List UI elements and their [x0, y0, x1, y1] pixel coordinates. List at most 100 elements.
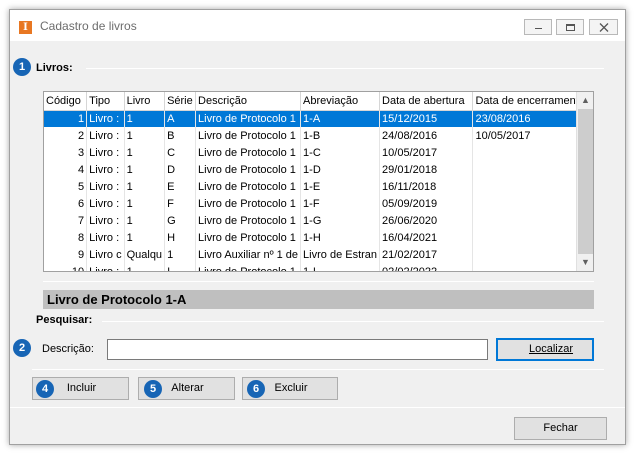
- badge-2: 2: [13, 339, 31, 357]
- fechar-button[interactable]: Fechar: [514, 417, 607, 440]
- cell-data-encerramento: [472, 178, 593, 195]
- col-header-livro[interactable]: Livro: [124, 92, 166, 111]
- col-header-serie[interactable]: Série: [164, 92, 197, 111]
- scroll-thumb[interactable]: [578, 109, 593, 254]
- livros-label: Livros:: [36, 62, 73, 74]
- table-row[interactable]: 3 Livro :1 C Livro de Protocolo 1 1-C 10/05/2…: [44, 144, 593, 161]
- cell-tipo: Livro :: [86, 229, 125, 246]
- col-header-data-abertura[interactable]: Data de abertura: [379, 92, 474, 111]
- cell-codigo: 5: [44, 178, 88, 195]
- cell-serie: B: [164, 127, 197, 144]
- cell-abreviacao: 1-B: [300, 127, 381, 144]
- cell-serie: E: [164, 178, 197, 195]
- cell-serie: D: [164, 161, 197, 178]
- app-icon: I: [19, 21, 32, 34]
- cell-tipo: Livro :: [86, 263, 125, 271]
- cell-data-abertura: 26/06/2020: [379, 212, 474, 229]
- cell-tipo: Livro :: [86, 195, 125, 212]
- cell-descricao: Livro de Protocolo 1: [195, 212, 302, 229]
- cell-descricao: Livro de Protocolo 1: [195, 161, 302, 178]
- cell-codigo: 3: [44, 144, 88, 161]
- badge-4: 4: [36, 380, 54, 398]
- col-header-abreviacao[interactable]: Abreviação: [300, 92, 381, 111]
- descricao-input[interactable]: [107, 339, 488, 360]
- cell-codigo: 6: [44, 195, 88, 212]
- cell-livro: 1: [124, 161, 166, 178]
- cell-tipo: Livro :: [86, 212, 125, 229]
- grid-header: Código Tipo Livro Série Descrição Abrevi…: [44, 92, 593, 111]
- table-row[interactable]: 8 Livro :1 H Livro de Protocolo 1 1-H 16/04/2…: [44, 229, 593, 246]
- cell-tipo: Livro :: [86, 110, 125, 127]
- grid-body: 1 Livro :1 A Livro de Protocolo 1 1-A 15/12/2…: [44, 110, 593, 271]
- cell-codigo: 10: [44, 263, 88, 271]
- cell-data-abertura: 24/08/2016: [379, 127, 474, 144]
- table-row[interactable]: 4 Livro :1 D Livro de Protocolo 1 1-D 29/01/2…: [44, 161, 593, 178]
- actions-separator: [32, 369, 604, 370]
- cell-data-abertura: 16/04/2021: [379, 229, 474, 246]
- table-row[interactable]: 7 Livro :1 G Livro de Protocolo 1 1-G 26/06/2…: [44, 212, 593, 229]
- cell-abreviacao: 1-I: [300, 263, 381, 271]
- cell-data-encerramento: [472, 229, 593, 246]
- cell-abreviacao: 1-D: [300, 161, 381, 178]
- cell-descricao: Livro de Protocolo 1: [195, 263, 302, 271]
- cell-data-abertura: 15/12/2015: [379, 110, 474, 127]
- cell-tipo: Livro :: [86, 161, 125, 178]
- cell-livro: 1: [124, 110, 166, 127]
- cell-codigo: 7: [44, 212, 88, 229]
- cell-descricao: Livro de Protocolo 1: [195, 178, 302, 195]
- scroll-down-icon[interactable]: ▼: [577, 254, 593, 271]
- cell-abreviacao: Livro de Estran: [300, 246, 381, 263]
- maximize-button[interactable]: [556, 19, 584, 35]
- livros-table: Código Tipo Livro Série Descrição Abrevi…: [44, 92, 593, 271]
- col-header-tipo[interactable]: Tipo: [86, 92, 125, 111]
- close-button[interactable]: [589, 19, 618, 35]
- cell-data-encerramento: [472, 144, 593, 161]
- cell-data-encerramento: 10/05/2017: [472, 127, 593, 144]
- cell-data-abertura: 10/05/2017: [379, 144, 474, 161]
- selected-book-title: Livro de Protocolo 1-A: [43, 290, 594, 309]
- col-header-descricao[interactable]: Descrição: [195, 92, 302, 111]
- col-header-data-encerramento[interactable]: Data de encerramento: [472, 92, 593, 111]
- cell-abreviacao: 1-C: [300, 144, 381, 161]
- cell-livro: 1: [124, 229, 166, 246]
- incluir-label: Incluir: [66, 382, 97, 394]
- localizar-button[interactable]: Localizar: [496, 338, 594, 361]
- badge-6: 6: [247, 380, 265, 398]
- cell-descricao: Livro de Protocolo 1: [195, 127, 302, 144]
- table-row[interactable]: 5 Livro :1 E Livro de Protocolo 1 1-E 16/11/2…: [44, 178, 593, 195]
- badge-5: 5: [144, 380, 162, 398]
- pesquisar-separator: [102, 321, 604, 322]
- cell-tipo: Livro :: [86, 178, 125, 195]
- cell-tipo: Livro :: [86, 144, 125, 161]
- cell-data-abertura: 29/01/2018: [379, 161, 474, 178]
- main-window: I Cadastro de livros 1 Livros: Código Ti…: [9, 9, 626, 445]
- cell-descricao: Livro de Protocolo 1: [195, 110, 302, 127]
- grid-scrollbar[interactable]: ▲ ▼: [576, 92, 593, 271]
- cell-livro: Qualqu: [124, 246, 166, 263]
- cell-codigo: 9: [44, 246, 88, 263]
- descricao-label: Descrição:: [42, 343, 94, 355]
- footer-separator: [10, 407, 625, 408]
- cell-data-encerramento: [472, 246, 593, 263]
- cell-serie: G: [164, 212, 197, 229]
- table-row[interactable]: 1 Livro :1 A Livro de Protocolo 1 1-A 15/12/2…: [44, 110, 593, 127]
- cell-livro: 1: [124, 195, 166, 212]
- cell-data-encerramento: [472, 195, 593, 212]
- minimize-icon: [535, 28, 542, 29]
- table-row[interactable]: 6 Livro :1 F Livro de Protocolo 1 1-F 05/09/2…: [44, 195, 593, 212]
- livros-separator: [86, 68, 604, 69]
- col-header-codigo[interactable]: Código: [44, 92, 88, 111]
- pesquisar-label: Pesquisar:: [36, 314, 93, 326]
- livros-grid[interactable]: Código Tipo Livro Série Descrição Abrevi…: [43, 91, 594, 272]
- restore-icon: [566, 24, 575, 31]
- scroll-up-icon[interactable]: ▲: [577, 92, 593, 109]
- table-row[interactable]: 10 Livro :1 I Livro de Protocolo 1 1-I 02/02/…: [44, 263, 593, 271]
- table-row[interactable]: 2 Livro :1 B Livro de Protocolo 1 1-B 24/08/2…: [44, 127, 593, 144]
- cell-codigo: 1: [44, 110, 88, 127]
- cell-data-encerramento: 23/08/2016: [472, 110, 593, 127]
- cell-descricao: Livro Auxiliar nº 1 de: [195, 246, 302, 263]
- minimize-button[interactable]: [524, 19, 552, 35]
- table-row[interactable]: 9 Livro c Qualqu 1 Livro Auxiliar nº 1 de Liv…: [44, 246, 593, 263]
- alterar-label: Alterar: [171, 382, 204, 394]
- cell-livro: 1: [124, 127, 166, 144]
